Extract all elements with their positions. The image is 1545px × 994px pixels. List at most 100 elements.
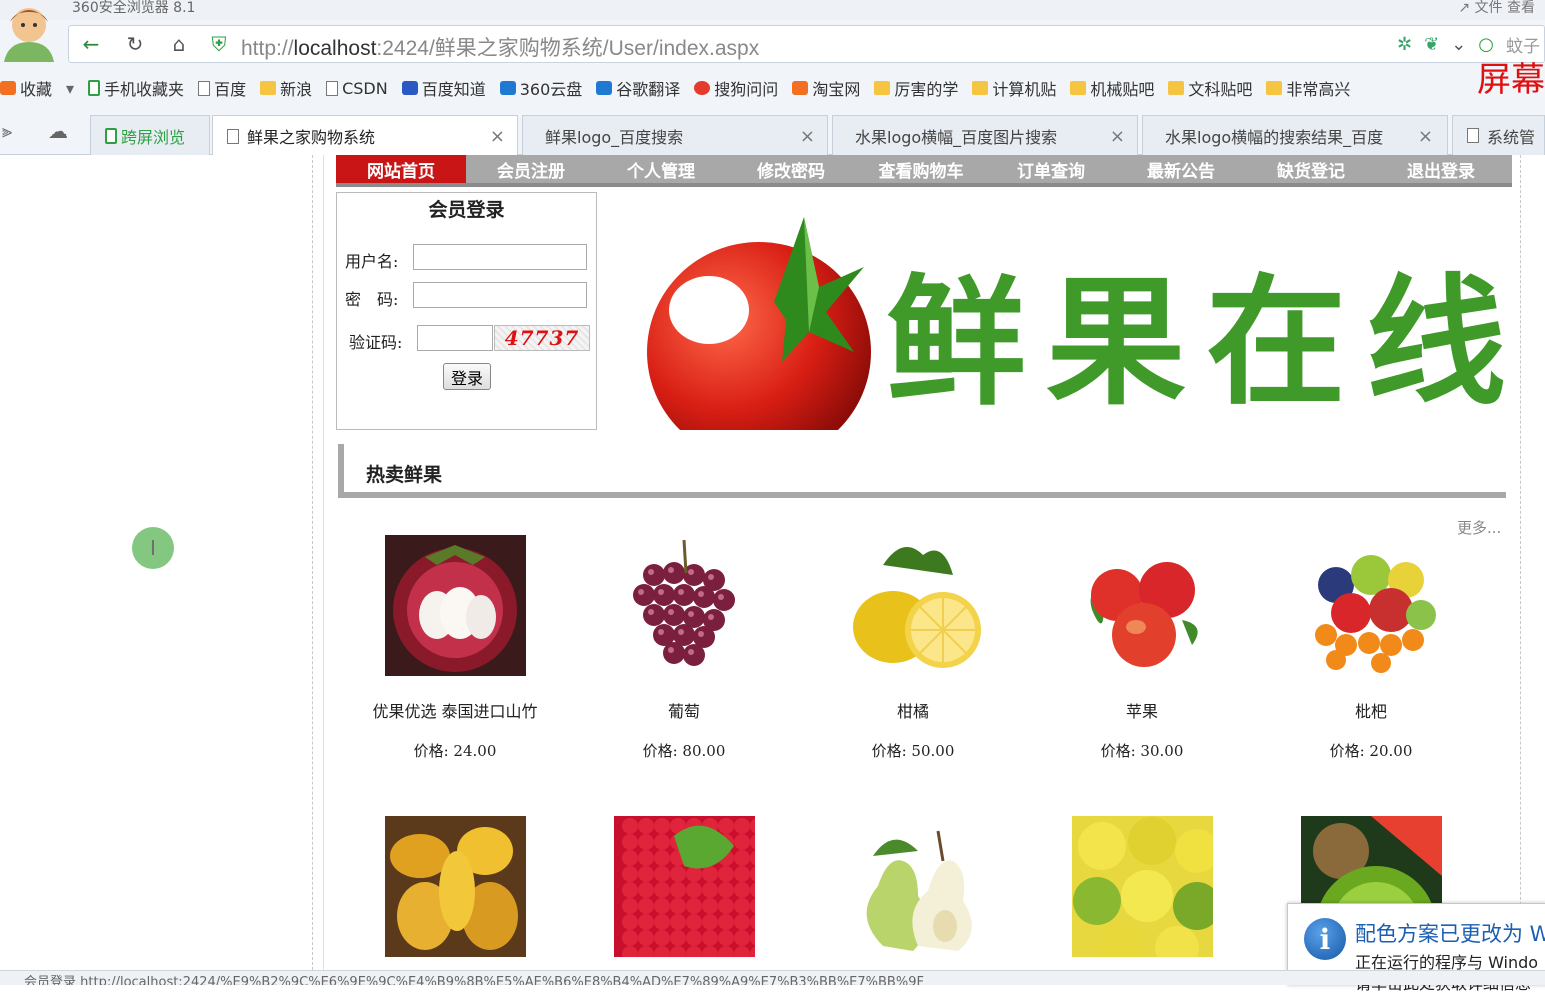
product-name[interactable]: 柑橘 xyxy=(813,698,1013,721)
nav-menu-item[interactable]: 订单查询 xyxy=(986,155,1116,183)
leaf-icon[interactable]: ❦ xyxy=(1424,34,1439,55)
bookmark-item[interactable]: 百度 xyxy=(198,76,246,100)
bookmark-item[interactable]: 百度知道 xyxy=(401,76,486,100)
product-card[interactable]: 枇杷价格: 20.00 xyxy=(1271,535,1471,761)
tab-cross-screen[interactable]: 跨屏浏览 xyxy=(90,115,210,155)
product-card[interactable]: 优果优选 泰国进口山竹价格: 24.00 xyxy=(355,535,555,761)
lemon-image[interactable] xyxy=(842,535,984,676)
back-arrow-icon[interactable]: ← xyxy=(77,31,105,57)
nav-menu-item[interactable]: 个人管理 xyxy=(596,155,726,183)
nav-menu-item[interactable]: 最新公告 xyxy=(1116,155,1246,183)
tab-label: 水果logo横幅的搜索结果_百度 xyxy=(1165,127,1384,147)
username-input[interactable] xyxy=(413,244,587,270)
status-text: 会员登录 http://localhost:2424/%E9%B2%9C%E6%… xyxy=(24,975,924,985)
product-card[interactable] xyxy=(355,816,555,957)
pear-image[interactable] xyxy=(842,816,984,957)
product-name[interactable]: 葡萄 xyxy=(584,698,784,721)
bookmark-item[interactable]: 厉害的学 xyxy=(874,76,958,100)
window-title: 360安全浏览器 8.1 xyxy=(72,0,196,16)
close-icon[interactable]: × xyxy=(490,126,505,147)
apple-image[interactable] xyxy=(1071,535,1213,676)
captcha-image[interactable]: 47737 xyxy=(494,325,590,351)
bookmark-item[interactable]: 搜狗问问 xyxy=(694,76,778,100)
cloud-icon[interactable]: ☁ xyxy=(48,119,68,143)
grape-image[interactable] xyxy=(613,535,755,676)
mango-image[interactable] xyxy=(384,816,526,957)
nav-menu-item[interactable]: 修改密码 xyxy=(726,155,856,183)
home-icon[interactable]: ⌂ xyxy=(165,31,193,57)
web-page: I 网站首页 会员注册 个人管理 修改密码 查看购物车 订单查询 最新公告 缺货登记 退出登录 … xyxy=(0,155,1545,970)
tab-baidu-image-search[interactable]: 水果logo横幅_百度图片搜索 × xyxy=(832,115,1138,155)
tab-label: 跨屏浏览 xyxy=(121,127,186,147)
close-icon[interactable]: × xyxy=(1110,126,1125,147)
bookmark-item[interactable]: 新浪 xyxy=(260,76,312,100)
dropdown-chevron-icon[interactable]: ⌄ xyxy=(1451,34,1466,55)
page-icon xyxy=(227,128,239,144)
bookmark-item[interactable]: 文科贴吧 xyxy=(1168,76,1252,100)
close-icon[interactable]: × xyxy=(800,126,815,147)
close-icon[interactable]: × xyxy=(1418,126,1433,147)
bookmark-item[interactable]: 收藏 ▾ xyxy=(0,76,74,100)
tab-baidu-search[interactable]: 鲜果logo_百度搜索 × xyxy=(522,115,828,155)
refresh-icon[interactable]: ↻ xyxy=(121,31,149,57)
hot-fruit-section-header: 热卖鲜果 xyxy=(338,444,1506,498)
speed-mode-icon[interactable]: ✲ xyxy=(1397,34,1412,55)
product-name[interactable]: 枇杷 xyxy=(1271,698,1471,721)
translate-icon xyxy=(596,81,613,95)
tab-baidu-results[interactable]: 水果logo横幅的搜索结果_百度 × xyxy=(1142,115,1448,155)
bookmark-label: 文科贴吧 xyxy=(1188,80,1253,99)
tab-system-admin[interactable]: 系统管 xyxy=(1452,115,1545,155)
tab-fresh-fruit-shop[interactable]: 鲜果之家购物系统 × xyxy=(212,115,518,156)
nav-menu-item[interactable]: 退出登录 xyxy=(1376,155,1506,183)
mixed-fruit-image[interactable] xyxy=(1300,535,1442,676)
bookmark-item[interactable]: 机械贴吧 xyxy=(1070,76,1154,100)
chevron-down-icon[interactable]: ▾ xyxy=(66,79,74,98)
captcha-input[interactable] xyxy=(417,325,493,351)
baidu-paw-icon xyxy=(401,81,418,95)
bookmark-item[interactable]: 非常高兴 xyxy=(1266,76,1350,100)
bookmark-item[interactable]: 谷歌翻译 xyxy=(596,76,680,100)
product-name[interactable]: 优果优选 泰国进口山竹 xyxy=(355,698,555,721)
raspberry-image[interactable] xyxy=(613,816,755,957)
tab-label: 鲜果之家购物系统 xyxy=(247,128,376,147)
nav-menu-item[interactable]: 缺货登记 xyxy=(1246,155,1376,183)
url-field[interactable]: http://localhost:2424/鲜果之家购物系统/User/inde… xyxy=(241,32,759,62)
mangosteen-image[interactable] xyxy=(384,535,526,676)
address-bar[interactable]: ← ↻ ⌂ ⛨ http://localhost:2424/鲜果之家购物系统/U… xyxy=(68,25,1545,63)
phone-icon xyxy=(105,127,117,144)
bookmark-item[interactable]: 360云盘 xyxy=(499,76,582,100)
product-card[interactable] xyxy=(1042,816,1242,957)
sidebar-toggle-icon[interactable]: ⫸ xyxy=(2,121,12,142)
password-input[interactable] xyxy=(413,282,587,308)
product-card[interactable] xyxy=(813,816,1013,957)
bookmark-label: 手机收藏夹 xyxy=(104,80,185,99)
product-card[interactable]: 柑橘 价格: 50.00 xyxy=(813,535,1013,761)
tab-label: 水果logo横幅_百度图片搜索 xyxy=(855,127,1058,147)
folder-icon xyxy=(874,81,891,95)
product-card[interactable]: 葡萄 价格: 80.00 xyxy=(584,535,784,761)
page-guide xyxy=(323,155,324,970)
product-price: 价格: 20.00 xyxy=(1329,742,1413,760)
product-price: 价格: 24.00 xyxy=(413,742,497,760)
tab-label: 鲜果logo_百度搜索 xyxy=(545,127,684,147)
tab-label: 系统管 xyxy=(1487,127,1536,147)
product-card[interactable] xyxy=(584,816,784,957)
nav-menu-item[interactable]: 网站首页 xyxy=(336,155,466,183)
info-icon: i xyxy=(1304,918,1346,960)
title-bar: 360安全浏览器 8.1 ↗ 文件 查看 xyxy=(0,0,1545,20)
bookmark-item[interactable]: CSDN xyxy=(326,79,388,98)
nav-menu-item[interactable]: 查看购物车 xyxy=(856,155,986,183)
sogou-icon xyxy=(694,81,711,95)
bookmark-item[interactable]: 计算机贴 xyxy=(972,76,1056,100)
product-card[interactable]: 苹果 价格: 30.00 xyxy=(1042,535,1242,761)
title-menu[interactable]: ↗ 文件 查看 xyxy=(1458,0,1535,17)
star-icon xyxy=(0,81,16,95)
nav-menu-item[interactable]: 会员注册 xyxy=(466,155,596,183)
login-button[interactable]: 登录 xyxy=(443,363,491,390)
user-avatar-icon[interactable] xyxy=(0,0,58,62)
bookmark-item[interactable]: 淘宝网 xyxy=(792,76,860,100)
citrus-image[interactable] xyxy=(1071,816,1213,957)
username-label: 用户名: xyxy=(345,252,399,271)
bookmark-item[interactable]: 手机收藏夹 xyxy=(88,76,184,100)
product-name[interactable]: 苹果 xyxy=(1042,698,1242,721)
